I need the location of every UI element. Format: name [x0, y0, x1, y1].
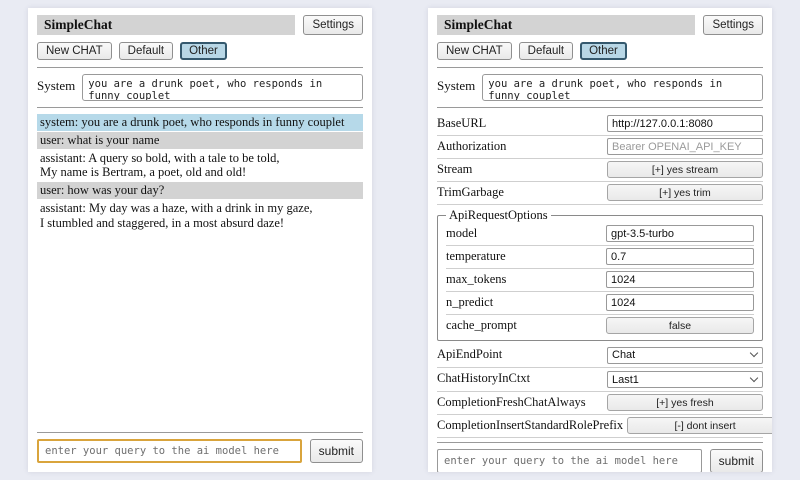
session-tab-default[interactable]: Default [519, 42, 573, 60]
setting-row-cache-prompt: cache_prompt false [446, 315, 754, 337]
query-bar: submit [37, 428, 363, 465]
settings-button[interactable]: Settings [703, 15, 763, 35]
setting-row-api-endpoint: ApiEndPoint Chat [437, 343, 763, 368]
new-chat-button[interactable]: New CHAT [37, 42, 112, 60]
n-predict-input[interactable] [606, 294, 754, 311]
setting-row-n-predict: n_predict [446, 292, 754, 315]
system-prompt-row: System you are a drunk poet, who respond… [437, 74, 763, 101]
system-prompt-label: System [37, 74, 75, 94]
settings-panel: SimpleChat Settings New CHAT Default Oth… [428, 8, 772, 472]
setting-row-max-tokens: max_tokens [446, 269, 754, 292]
model-label: model [446, 226, 602, 241]
header: SimpleChat Settings [437, 15, 763, 35]
system-prompt-label: System [437, 74, 475, 94]
session-toolbar: New CHAT Default Other [37, 42, 363, 60]
divider [37, 432, 363, 433]
message-user: user: what is your name [37, 132, 363, 149]
max-tokens-input[interactable] [606, 271, 754, 288]
system-prompt-input[interactable]: you are a drunk poet, who responds in fu… [82, 74, 363, 101]
chat-panel: SimpleChat Settings New CHAT Default Oth… [28, 8, 372, 472]
completion-fresh-chat-always-label: CompletionFreshChatAlways [437, 395, 603, 410]
chat-history-select-wrap: Last1 [607, 370, 763, 389]
setting-row-chat-history-in-ctxt: ChatHistoryInCtxt Last1 [437, 368, 763, 393]
app-title: SimpleChat [44, 17, 112, 33]
stream-label: Stream [437, 162, 603, 177]
completion-fresh-chat-always-toggle-button[interactable]: [+] yes fresh [607, 394, 763, 411]
app-title: SimpleChat [444, 17, 512, 33]
message-system: system: you are a drunk poet, who respon… [37, 114, 363, 131]
session-tab-default[interactable]: Default [119, 42, 173, 60]
api-endpoint-select-wrap: Chat [607, 345, 763, 364]
api-request-options-legend: ApiRequestOptions [446, 208, 551, 223]
setting-row-completion-fresh-chat-always: CompletionFreshChatAlways [+] yes fresh [437, 392, 763, 415]
setting-row-model: model [446, 223, 754, 246]
system-prompt-row: System you are a drunk poet, who respond… [37, 74, 363, 101]
base-url-input[interactable] [607, 115, 763, 132]
api-endpoint-select[interactable]: Chat [607, 347, 763, 364]
system-prompt-input[interactable]: you are a drunk poet, who responds in fu… [482, 74, 763, 101]
setting-row-temperature: temperature [446, 246, 754, 269]
setting-row-trim-garbage: TrimGarbage [+] yes trim [437, 182, 763, 205]
setting-row-base-url: BaseURL [437, 113, 763, 136]
divider [37, 67, 363, 68]
session-tab-other[interactable]: Other [580, 42, 627, 60]
temperature-input[interactable] [606, 248, 754, 265]
message-assistant: assistant: My day was a haze, with a dri… [37, 200, 363, 232]
chat-history-in-ctxt-label: ChatHistoryInCtxt [437, 371, 603, 386]
setting-row-completion-insert-standard-role-prefix: CompletionInsertStandardRolePrefix [-] d… [437, 415, 763, 438]
divider [437, 67, 763, 68]
query-input[interactable] [37, 439, 302, 463]
api-request-options-fieldset: ApiRequestOptions model temperature max_… [437, 208, 763, 341]
new-chat-button[interactable]: New CHAT [437, 42, 512, 60]
cache-prompt-label: cache_prompt [446, 318, 602, 333]
query-bar: submit [437, 438, 763, 472]
settings-button[interactable]: Settings [303, 15, 363, 35]
session-tab-other[interactable]: Other [180, 42, 227, 60]
n-predict-label: n_predict [446, 295, 602, 310]
chat-history-in-ctxt-select[interactable]: Last1 [607, 371, 763, 388]
completion-insert-standard-role-prefix-label: CompletionInsertStandardRolePrefix [437, 418, 623, 433]
temperature-label: temperature [446, 249, 602, 264]
divider [437, 107, 763, 108]
app-title-bar: SimpleChat [37, 15, 295, 35]
message-assistant: assistant: A query so bold, with a tale … [37, 150, 363, 182]
model-input[interactable] [606, 225, 754, 242]
setting-row-authorization: Authorization [437, 136, 763, 159]
trim-garbage-toggle-button[interactable]: [+] yes trim [607, 184, 763, 201]
completion-insert-standard-role-prefix-toggle-button[interactable]: [-] dont insert [627, 417, 772, 434]
authorization-input[interactable] [607, 138, 763, 155]
divider [437, 442, 763, 443]
settings-list: BaseURL Authorization Stream [+] yes str… [437, 113, 763, 438]
header: SimpleChat Settings [37, 15, 363, 35]
max-tokens-label: max_tokens [446, 272, 602, 287]
cache-prompt-toggle-button[interactable]: false [606, 317, 754, 334]
query-input[interactable] [437, 449, 702, 472]
api-endpoint-label: ApiEndPoint [437, 347, 603, 362]
app-title-bar: SimpleChat [437, 15, 695, 35]
submit-button[interactable]: submit [310, 439, 363, 463]
chat-messages: system: you are a drunk poet, who respon… [37, 114, 363, 232]
session-toolbar: New CHAT Default Other [437, 42, 763, 60]
authorization-label: Authorization [437, 139, 603, 154]
stream-toggle-button[interactable]: [+] yes stream [607, 161, 763, 178]
base-url-label: BaseURL [437, 116, 603, 131]
message-user: user: how was your day? [37, 182, 363, 199]
setting-row-stream: Stream [+] yes stream [437, 159, 763, 182]
submit-button[interactable]: submit [710, 449, 763, 472]
trim-garbage-label: TrimGarbage [437, 185, 603, 200]
divider [37, 107, 363, 108]
